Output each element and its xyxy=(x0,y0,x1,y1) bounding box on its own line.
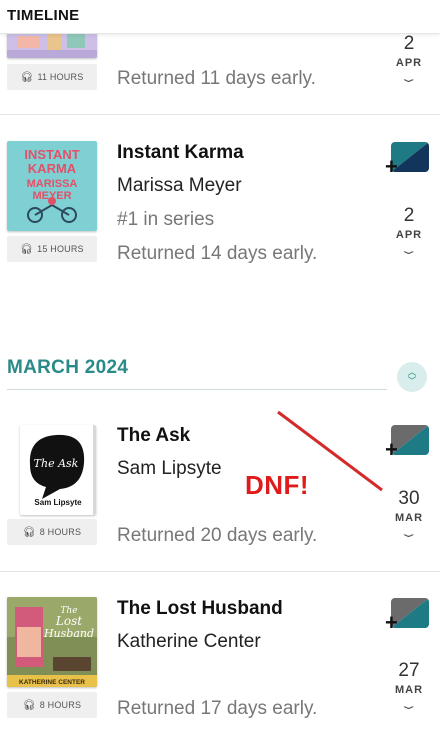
book-title[interactable]: Instant Karma xyxy=(117,142,244,164)
headphones-icon: 🎧︎ xyxy=(20,71,34,83)
return-date: 30 MAR ⌄ xyxy=(388,488,430,542)
listening-hours: 🎧︎ 8 HOURS xyxy=(7,692,97,718)
returned-status: Returned 11 days early. xyxy=(117,68,316,89)
plus-icon: + xyxy=(385,437,398,462)
date-month: MAR xyxy=(394,684,424,696)
dnf-annotation: DNF! xyxy=(245,470,310,500)
svg-text:Husband: Husband xyxy=(43,627,94,640)
headphones-icon: 🎧︎ xyxy=(20,243,34,255)
up-down-chevron-icon[interactable]: ︿ ﹀ xyxy=(397,362,427,392)
svg-text:KATHERINE CENTER: KATHERINE CENTER xyxy=(19,679,85,686)
return-date: 2 APR ⌄ xyxy=(388,33,430,87)
returned-status: Returned 20 days early. xyxy=(117,525,318,546)
chevron-down-icon[interactable]: ⌄ xyxy=(399,699,419,712)
date-month: APR xyxy=(395,229,423,241)
returned-status: Returned 17 days early. xyxy=(117,698,318,719)
return-date: 27 MAR ⌄ xyxy=(388,660,430,714)
date-month: APR xyxy=(395,57,423,69)
headphones-icon: 🎧︎ xyxy=(22,526,36,538)
month-section-header: MARCH 2024 xyxy=(7,357,129,378)
timeline-header: TIMELINE xyxy=(0,0,440,34)
chevron-down-icon[interactable]: ⌄ xyxy=(399,527,419,540)
plus-icon: + xyxy=(385,154,398,179)
listening-hours: 🎧︎ 8 HOURS xyxy=(7,519,97,545)
svg-text:Sam Lipsyte: Sam Lipsyte xyxy=(34,498,82,507)
divider xyxy=(0,114,440,115)
svg-text:MARISSA: MARISSA xyxy=(27,178,78,190)
svg-text:INSTANT: INSTANT xyxy=(24,147,79,162)
chevron-down-icon[interactable]: ⌄ xyxy=(399,244,419,257)
date-day: 2 xyxy=(403,205,415,226)
chevron-down-icon[interactable]: ⌄ xyxy=(399,72,419,85)
book-author[interactable]: Sam Lipsyte xyxy=(117,458,222,480)
listening-hours: 🎧︎ 15 HOURS xyxy=(7,236,97,262)
plus-icon: + xyxy=(385,610,398,635)
date-day: 2 xyxy=(403,33,415,54)
add-to-shelf-button[interactable]: + xyxy=(385,598,431,634)
add-to-shelf-button[interactable]: + xyxy=(385,142,431,178)
divider xyxy=(0,571,440,572)
page-title: TIMELINE xyxy=(7,7,80,24)
headphones-icon: 🎧︎ xyxy=(22,699,36,711)
book-cover[interactable]: The Lost Husband KATHERINE CENTER xyxy=(7,597,97,687)
add-to-shelf-button[interactable]: + xyxy=(385,425,431,461)
svg-text:KARMA: KARMA xyxy=(28,161,77,176)
book-title[interactable]: The Lost Husband xyxy=(117,598,283,620)
return-date: 2 APR ⌄ xyxy=(388,205,430,259)
divider xyxy=(7,389,387,390)
book-cover[interactable]: The Ask Sam Lipsyte xyxy=(20,425,96,515)
book-author[interactable]: Marissa Meyer xyxy=(117,175,242,197)
book-author[interactable]: Katherine Center xyxy=(117,631,261,653)
listening-hours: 🎧︎ 11 HOURS xyxy=(7,64,97,90)
svg-text:The Ask: The Ask xyxy=(34,457,79,470)
date-day: 27 xyxy=(398,660,420,681)
book-series: #1 in series xyxy=(117,209,215,230)
date-day: 30 xyxy=(398,488,420,509)
svg-text:Lost: Lost xyxy=(55,614,82,628)
returned-status: Returned 14 days early. xyxy=(117,243,318,264)
book-cover[interactable]: INSTANT KARMA MARISSA MEYER xyxy=(7,141,97,231)
book-title[interactable]: The Ask xyxy=(117,425,190,447)
date-month: MAR xyxy=(394,512,424,524)
